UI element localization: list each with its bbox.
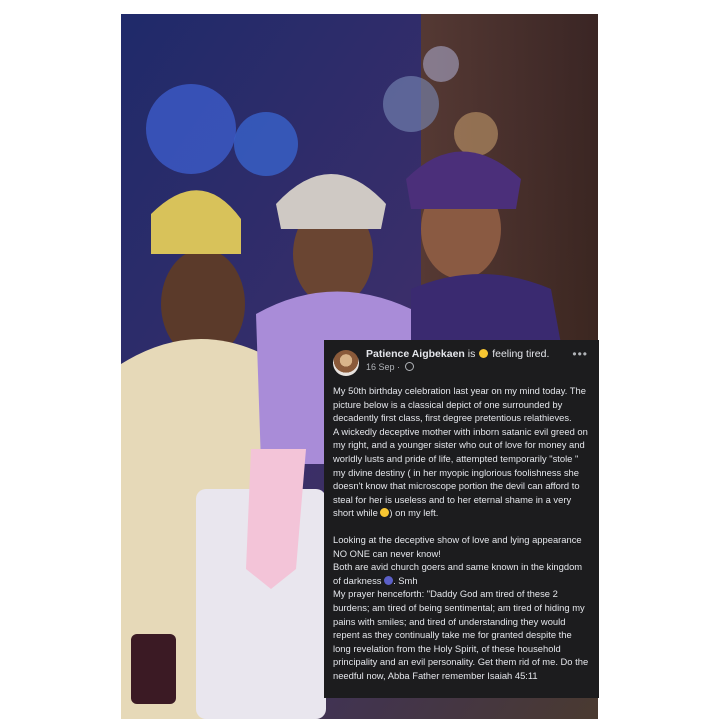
post-body: My 50th birthday celebration last year o…: [333, 384, 590, 682]
pensive-face-emoji-icon: [479, 349, 489, 358]
author-avatar[interactable]: [333, 350, 359, 376]
feeling-status[interactable]: feeling tired.: [492, 348, 549, 360]
author-name[interactable]: Patience Aigbekaen: [366, 348, 465, 360]
paragraph-prayer: My prayer henceforth: "Daddy God am tire…: [333, 588, 589, 681]
more-options-button[interactable]: •••: [572, 348, 588, 360]
paragraph-intro: My 50th birthday celebration last year o…: [333, 385, 586, 424]
paragraph-church-end: . Smh: [393, 574, 418, 586]
paragraph-accusation-text: A wickedly deceptive mother with inborn …: [333, 425, 588, 519]
facebook-post-card: Patience Aigbekaen is feeling tired. 16 …: [324, 340, 599, 698]
post-title-line: Patience Aigbekaen is feeling tired.: [366, 348, 549, 361]
paragraph-church-text: Both are avid church goers and same know…: [333, 561, 583, 586]
post-date[interactable]: 16 Sep: [366, 362, 395, 372]
status-prefix: is: [467, 348, 476, 360]
globe-icon: [404, 362, 414, 371]
dark-orb-emoji-icon: [384, 575, 394, 585]
paragraph-deception: Looking at the deceptive show of love an…: [333, 533, 582, 559]
post-meta: 16 Sep ·: [366, 361, 549, 374]
paragraph-accusation-end: ) on my left.: [389, 507, 439, 519]
meta-separator: ·: [397, 362, 401, 372]
paragraph-accusation: A wickedly deceptive mother with inborn …: [333, 425, 590, 520]
post-header: Patience Aigbekaen is feeling tired. 16 …: [333, 348, 590, 378]
paragraph-church: Both are avid church goers and same know…: [333, 560, 590, 587]
